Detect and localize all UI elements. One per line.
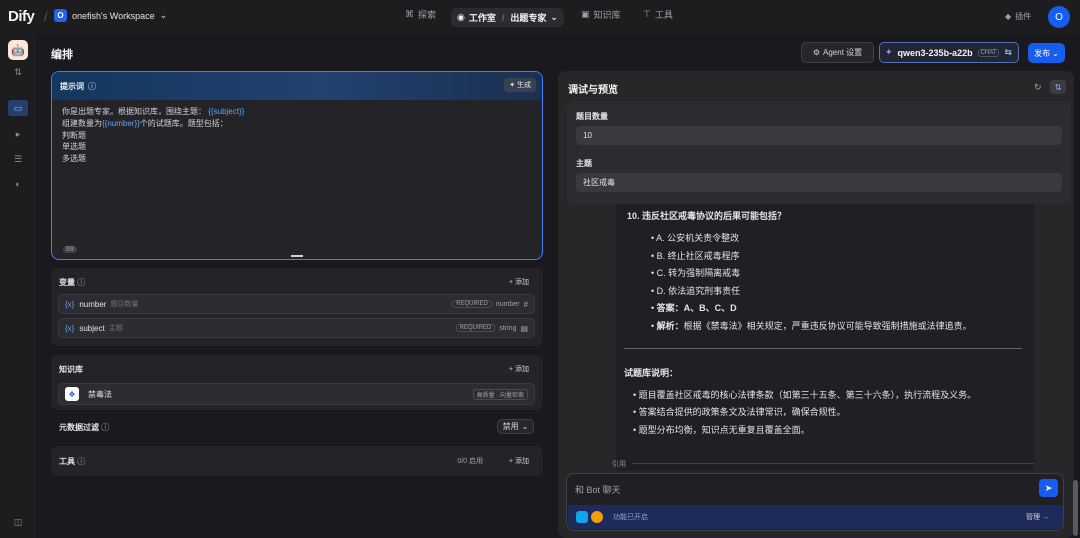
nav-studio[interactable]: ◉ 工作室 / 出题专家 ⌄ (451, 8, 564, 27)
collapse-sidebar-icon[interactable]: ◫ (12, 516, 24, 528)
manage-button[interactable]: 管理 → (1026, 512, 1049, 522)
prompt-editor[interactable]: 提示词 ⓘ ✦ 生成 你是出题专家。根据知识库，围绕主题： {{subject}}… (51, 71, 543, 260)
avatar[interactable]: O (1048, 6, 1070, 28)
question-count-input[interactable]: 10 (576, 126, 1062, 145)
plugins-button[interactable]: ◆ 插件 (1005, 11, 1031, 22)
knowledge-item[interactable]: ❖ 禁毒法 高质量 · 向量检索 (58, 383, 535, 405)
chevron-down-icon: ⌄ (550, 12, 558, 22)
send-button[interactable]: ➤ (1039, 479, 1058, 497)
metadata-dropdown[interactable]: 禁用 ⌄ (497, 419, 534, 434)
tools-panel: 工具 ⓘ 0/0 启用 + 添加 (51, 446, 543, 476)
gear-icon: ⚙ (812, 48, 821, 57)
tools-status: 0/0 启用 (457, 458, 483, 465)
prompt-header: 提示词 ⓘ (52, 72, 542, 100)
feature-icon (576, 511, 588, 523)
feature-bar: 功能已开启 管理 → (568, 505, 1063, 529)
app-icon[interactable]: 🤖 (8, 40, 28, 60)
monitor-icon[interactable]: ◐ (12, 178, 24, 190)
nav-knowledge[interactable]: ▣ 知识库 (581, 8, 621, 21)
add-variable-button[interactable]: + 添加 (509, 277, 529, 287)
divider (624, 348, 1022, 349)
nav-explore[interactable]: ⌘ 探索 (405, 8, 436, 21)
mode-badge: CHAT (977, 48, 1000, 57)
generate-button[interactable]: ✦ 生成 (504, 78, 536, 92)
workspace-avatar: O (54, 9, 67, 22)
chevron-down-icon: ⌄ (521, 422, 529, 431)
feature-icon (591, 511, 603, 523)
chat-placeholder: 和 Bot 聊天 (575, 485, 621, 495)
top-bar: Dify / Oonefish's Workspace ⌄ ⌘ 探索 ◉ 工作室 / 出题… (0, 0, 1080, 34)
variable-icon: {x} (65, 299, 75, 309)
cube-icon: ◆ (1005, 12, 1012, 21)
knowledge-panel: 知识库 + 添加 ❖ 禁毒法 高质量 · 向量检索 (51, 355, 543, 410)
citation-label: 引用 (612, 461, 626, 468)
workspace-selector[interactable]: Oonefish's Workspace ⌄ (54, 9, 167, 22)
info-icon: ⓘ (88, 81, 96, 91)
scrollbar[interactable] (1073, 480, 1078, 536)
variable-row[interactable]: {x} subject 主题 REQUIRED string ▤ (58, 318, 535, 338)
chevron-down-icon: ⌄ (1052, 48, 1059, 58)
chevron-down-icon: ⌄ (159, 10, 168, 20)
variable-icon: {x} (65, 323, 75, 333)
model-selector[interactable]: ✦ qwen3-235b-a22b CHAT ⇆ (879, 42, 1019, 63)
book-icon: ▣ (581, 9, 590, 19)
robot-icon: ◉ (457, 12, 465, 22)
settings-icon[interactable]: ⇅ (12, 66, 24, 78)
sliders-icon: ⇆ (1004, 47, 1013, 57)
subject-input[interactable]: 社区戒毒 (576, 173, 1062, 192)
explore-icon: ⌘ (405, 9, 414, 19)
agent-settings-button[interactable]: ⚙ Agent 设置 (801, 42, 874, 63)
variables-panel: 变量 ⓘ + 添加 {x} number 题目数量 REQUIRED number # {… (51, 268, 543, 346)
question-text: 10. 违反社区戒毒协议的后果可能包括？ (627, 211, 787, 221)
debug-title: 调试与预览 (568, 85, 618, 96)
token-count: 69 (63, 246, 77, 253)
nav-tools[interactable]: ⊤ 工具 (643, 8, 673, 21)
dify-logo[interactable]: Dify (8, 8, 35, 25)
prompt-text[interactable]: 你是出题专家。根据知识库，围绕主题： {{subject}} 组建数量为{{nu… (62, 106, 244, 165)
page-title: 编排 (51, 49, 73, 61)
text-icon: ▤ (520, 323, 528, 333)
logs-icon[interactable]: ☰ (12, 153, 24, 165)
current-app[interactable]: 出题专家 (510, 11, 546, 24)
add-tool-button[interactable]: + 添加 (509, 456, 529, 466)
refresh-icon[interactable]: ↻ (1034, 82, 1042, 93)
left-sidebar: 🤖 ⇅ ▭ ▸ ☰ ◐ ◫ (0, 34, 36, 538)
add-knowledge-button[interactable]: + 添加 (509, 364, 529, 374)
model-icon: ✦ (885, 47, 893, 57)
dataset-icon: ❖ (65, 387, 79, 401)
workspace-name: onefish's Workspace (72, 10, 155, 21)
terminal-icon[interactable]: ▸ (12, 128, 24, 140)
metadata-filter: 元数据过滤 ⓘ 禁用 ⌄ (51, 416, 543, 438)
variable-row[interactable]: {x} number 题目数量 REQUIRED number # (58, 294, 535, 314)
tool-icon: ⊤ (643, 9, 651, 19)
settings-toggle-icon[interactable]: ⇅ (1050, 80, 1066, 94)
hash-icon: # (523, 299, 528, 309)
publish-button[interactable]: 发布 ⌄ (1028, 43, 1065, 63)
variable-form: 题目数量 10 主题 社区戒毒 (567, 101, 1071, 204)
orchestrate-icon[interactable]: ▭ (8, 100, 28, 116)
resize-handle[interactable] (291, 255, 303, 257)
